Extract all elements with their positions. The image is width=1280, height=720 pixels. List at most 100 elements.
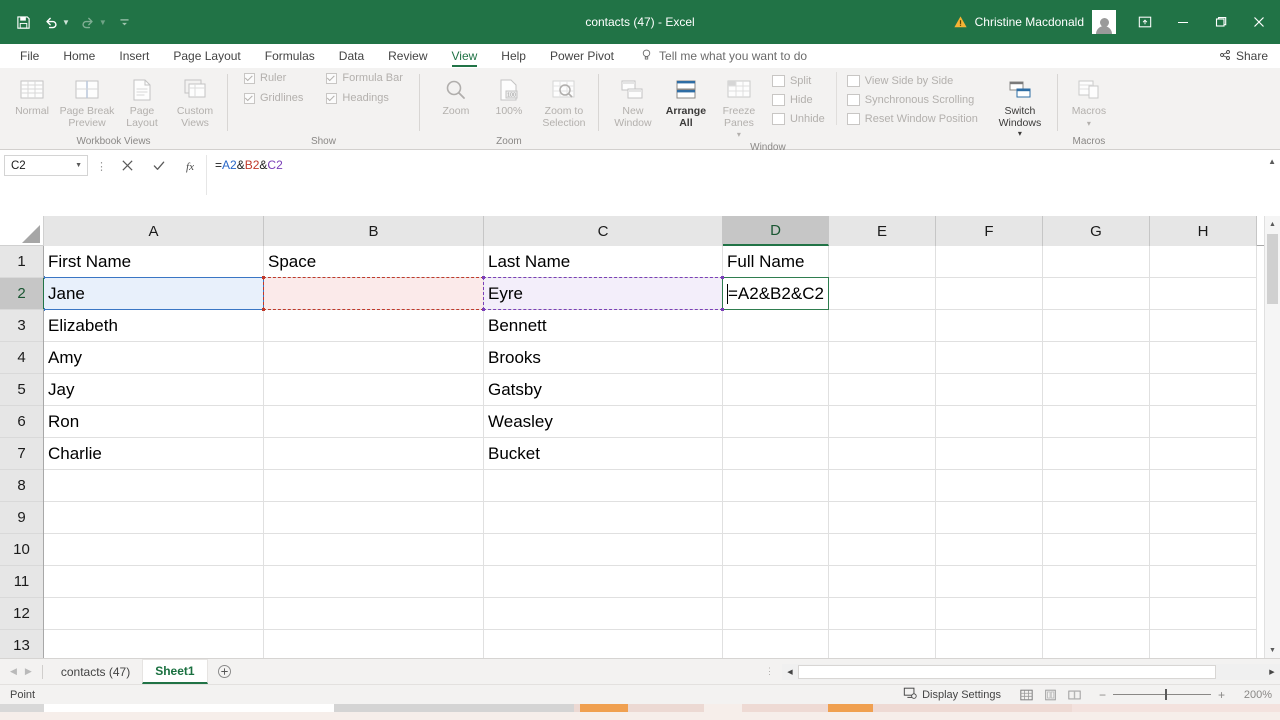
restore-button[interactable] <box>1202 0 1240 44</box>
cell-h2[interactable] <box>1150 278 1257 310</box>
cell-d3[interactable] <box>723 310 829 342</box>
cell-c9[interactable] <box>484 502 723 534</box>
ribbon-display-options-icon[interactable] <box>1126 0 1164 44</box>
cell-f10[interactable] <box>936 534 1043 566</box>
scroll-up-icon[interactable]: ▲ <box>1265 216 1280 232</box>
cell-h12[interactable] <box>1150 598 1257 630</box>
cell-g8[interactable] <box>1043 470 1150 502</box>
cancel-icon[interactable] <box>112 155 143 176</box>
column-header-b[interactable]: B <box>264 216 484 246</box>
cell-c13[interactable] <box>484 630 723 658</box>
cell-f4[interactable] <box>936 342 1043 374</box>
sheet-tab-sheet1[interactable]: Sheet1 <box>142 659 207 684</box>
hscroll-left-icon[interactable]: ◀ <box>782 664 798 680</box>
cell-b11[interactable] <box>264 566 484 598</box>
cell-b12[interactable] <box>264 598 484 630</box>
cell-e5[interactable] <box>829 374 936 406</box>
cell-g5[interactable] <box>1043 374 1150 406</box>
cell-h13[interactable] <box>1150 630 1257 658</box>
cell-a2[interactable]: Jane <box>44 278 264 310</box>
tab-page-layout[interactable]: Page Layout <box>161 44 252 68</box>
undo-icon[interactable] <box>38 9 64 35</box>
cell-h1[interactable] <box>1150 246 1257 278</box>
cell-f3[interactable] <box>936 310 1043 342</box>
undo-dropdown-caret[interactable]: ▼ <box>62 18 73 27</box>
cell-d9[interactable] <box>723 502 829 534</box>
row-header-2[interactable]: 2 <box>0 278 45 310</box>
cell-b9[interactable] <box>264 502 484 534</box>
cell-e9[interactable] <box>829 502 936 534</box>
cell-e4[interactable] <box>829 342 936 374</box>
column-header-a[interactable]: A <box>44 216 264 246</box>
cell-d11[interactable] <box>723 566 829 598</box>
cell-g6[interactable] <box>1043 406 1150 438</box>
tab-power-pivot[interactable]: Power Pivot <box>538 44 626 68</box>
macros-button[interactable]: Macros ▾ <box>1064 72 1114 129</box>
cell-a6[interactable]: Ron <box>44 406 264 438</box>
cell-e7[interactable] <box>829 438 936 470</box>
zoom-slider[interactable]: − + 200% <box>1099 688 1272 702</box>
row-header-5[interactable]: 5 <box>0 374 43 406</box>
cell-d13[interactable] <box>723 630 829 658</box>
cell-c10[interactable] <box>484 534 723 566</box>
hscroll-right-icon[interactable]: ▶ <box>1264 664 1280 680</box>
cell-e13[interactable] <box>829 630 936 658</box>
row-header-1[interactable]: 1 <box>0 246 43 278</box>
horizontal-scroll-thumb[interactable] <box>798 665 1216 679</box>
cell-c3[interactable]: Bennett <box>484 310 723 342</box>
cell-a11[interactable] <box>44 566 264 598</box>
cell-b6[interactable] <box>264 406 484 438</box>
cell-f7[interactable] <box>936 438 1043 470</box>
sheet-nav-next-icon[interactable]: ▶ <box>25 666 32 677</box>
reset-window-position-button[interactable]: Reset Window Position <box>847 113 978 125</box>
sheet-nav-arrows[interactable]: ◀ ▶ <box>0 666 42 677</box>
cell-d5[interactable] <box>723 374 829 406</box>
cell-b7[interactable] <box>264 438 484 470</box>
row-header-4[interactable]: 4 <box>0 342 43 374</box>
zoom-button[interactable]: Zoom <box>430 72 482 118</box>
cell-h3[interactable] <box>1150 310 1257 342</box>
cell-c2[interactable]: Eyre <box>484 278 723 310</box>
cell-f8[interactable] <box>936 470 1043 502</box>
row-header-7[interactable]: 7 <box>0 438 43 470</box>
zoom-in-button[interactable]: + <box>1218 688 1225 702</box>
tab-file[interactable]: File <box>8 44 51 68</box>
normal-view-button[interactable]: Normal <box>6 72 58 118</box>
cell-e12[interactable] <box>829 598 936 630</box>
zoom-100-button[interactable]: 100 100% <box>483 72 535 118</box>
cell-h8[interactable] <box>1150 470 1257 502</box>
cell-h6[interactable] <box>1150 406 1257 438</box>
cell-a13[interactable] <box>44 630 264 658</box>
cell-d10[interactable] <box>723 534 829 566</box>
horizontal-scrollbar[interactable] <box>798 664 1264 680</box>
cell-c8[interactable] <box>484 470 723 502</box>
column-header-e[interactable]: E <box>829 216 936 246</box>
display-settings-button[interactable]: Display Settings <box>903 686 1001 703</box>
cell-c7[interactable]: Bucket <box>484 438 723 470</box>
cell-f6[interactable] <box>936 406 1043 438</box>
tab-formulas[interactable]: Formulas <box>253 44 327 68</box>
checkbox-gridlines[interactable]: Gridlines <box>244 92 303 104</box>
redo-icon[interactable] <box>75 9 101 35</box>
column-header-d[interactable]: D <box>723 216 829 246</box>
synchronous-scrolling-button[interactable]: Synchronous Scrolling <box>847 94 978 106</box>
cell-c5[interactable]: Gatsby <box>484 374 723 406</box>
cell-b3[interactable] <box>264 310 484 342</box>
column-header-h[interactable]: H <box>1150 216 1257 246</box>
name-box[interactable]: C2 ▼ <box>4 155 88 176</box>
cell-a10[interactable] <box>44 534 264 566</box>
expand-formula-bar-icon[interactable]: ▲ <box>1268 157 1276 166</box>
cell-b13[interactable] <box>264 630 484 658</box>
checkbox-ruler[interactable]: Ruler <box>244 72 303 84</box>
cell-g2[interactable] <box>1043 278 1150 310</box>
cell-g3[interactable] <box>1043 310 1150 342</box>
cell-a1[interactable]: First Name <box>44 246 264 278</box>
freeze-panes-caret[interactable]: ▾ <box>737 129 741 141</box>
cell-a3[interactable]: Elizabeth <box>44 310 264 342</box>
tab-data[interactable]: Data <box>327 44 376 68</box>
cell-b2[interactable] <box>264 278 484 310</box>
add-sheet-button[interactable] <box>214 664 236 679</box>
row-header-12[interactable]: 12 <box>0 598 43 630</box>
cell-f5[interactable] <box>936 374 1043 406</box>
cell-f2[interactable] <box>936 278 1043 310</box>
